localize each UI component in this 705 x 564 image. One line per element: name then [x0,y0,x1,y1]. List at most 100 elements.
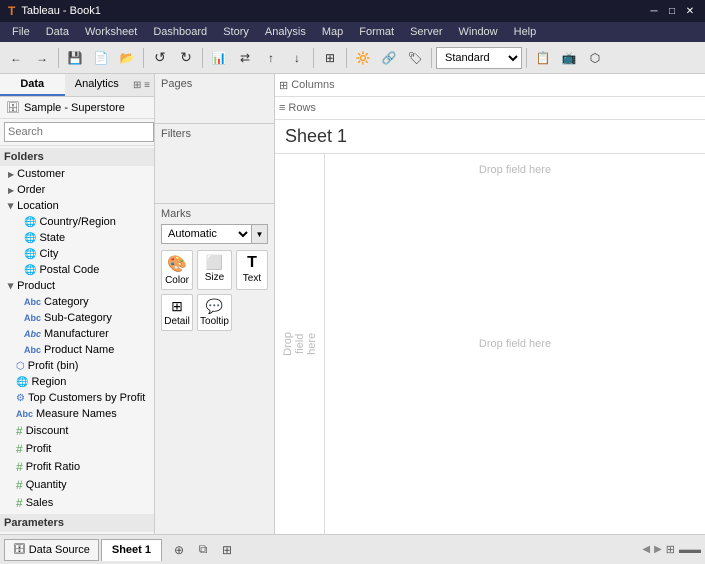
film-view-icon[interactable]: ▬▬ [679,544,701,556]
field-state-label: State [39,232,65,244]
redo-button[interactable]: ↻ [174,46,198,70]
field-product-name[interactable]: Abc Product Name [0,342,154,358]
rows-label-text: Rows [288,102,316,114]
tooltip-mark-button[interactable]: 💬 Tooltip [197,294,232,331]
back-button[interactable]: ← [4,46,28,70]
menu-help[interactable]: Help [506,22,545,42]
text-mark-button[interactable]: T Text [236,250,268,290]
field-profit-bin[interactable]: ⬡ Profit (bin) [0,358,154,374]
text-mark-label: Text [243,273,261,284]
left-drop-zone[interactable]: Dropfieldhere [275,154,325,534]
new-button[interactable]: 📄 [89,46,113,70]
field-profit-bin-size[interactable]: # Profit Bin Size [0,532,154,534]
field-discount[interactable]: # Discount [0,422,154,440]
menu-window[interactable]: Window [451,22,506,42]
center-drop-text: Drop field here [479,338,551,350]
marks-label: Marks [161,208,268,220]
folder-order[interactable]: ▶ Order [0,182,154,198]
save-button[interactable]: 💾 [63,46,87,70]
marks-type-select[interactable]: Automatic Bar Line Area Circle Shape Tex… [161,224,252,244]
show-me-button[interactable]: 📋 [531,46,555,70]
nav-right-icon[interactable]: ▶ [654,544,662,555]
geo-icon: 🌐 [24,217,36,228]
middle-panel: Pages Filters Marks Automatic Bar Line A… [155,74,275,534]
menu-story[interactable]: Story [215,22,257,42]
search-input[interactable] [4,122,154,142]
field-profit-ratio[interactable]: # Profit Ratio [0,458,154,476]
open-button[interactable]: 📂 [115,46,139,70]
folder-customer[interactable]: ▶ Customer [0,166,154,182]
field-sales[interactable]: # Sales [0,494,154,512]
menu-server[interactable]: Server [402,22,450,42]
view-select[interactable]: Standard Fit Width Entire View [436,47,522,69]
columns-shelf: ⊞ Columns [275,74,705,97]
add-sheet-button[interactable]: ⊕ [168,539,190,561]
tab-data[interactable]: Data [0,74,65,96]
present-button[interactable]: 📺 [557,46,581,70]
field-region[interactable]: 🌐 Region [0,374,154,390]
field-subcategory-label: Sub-Category [44,312,112,324]
menu-worksheet[interactable]: Worksheet [77,22,145,42]
panel-tab-icons[interactable]: ⊞ ≡ [129,74,154,96]
tab-sheet1[interactable]: Sheet 1 [101,539,162,561]
field-manufacturer[interactable]: Abc Manufacturer [0,326,154,342]
datasource-row[interactable]: 🗄 Sample - Superstore [0,97,154,119]
main-drop-zone[interactable]: Drop field here [325,154,705,534]
size-mark-button[interactable]: ⬜ Size [197,250,232,290]
toolbar-separator-6 [431,48,432,68]
text-mark-icon: T [247,254,257,272]
field-postal-code[interactable]: 🌐 Postal Code [0,262,154,278]
columns-shelf-content[interactable] [339,76,701,94]
field-profit[interactable]: # Profit [0,440,154,458]
grid-view-icon[interactable]: ⊞ [666,543,675,556]
field-state[interactable]: 🌐 State [0,230,154,246]
duplicate-sheet-button[interactable]: ⧉ [192,539,214,561]
swap-button[interactable]: ⇄ [233,46,257,70]
new-dashboard-button[interactable]: ⊞ [216,539,238,561]
field-subcategory[interactable]: Abc Sub-Category [0,310,154,326]
field-profit-bin-label: Profit (bin) [28,360,79,372]
color-mark-label: Color [165,275,189,286]
menu-data[interactable]: Data [38,22,77,42]
tooltip-mark-label: Tooltip [200,316,229,327]
abc-icon-manufacturer: Abc [24,329,41,339]
sort-desc-button[interactable]: ↓ [285,46,309,70]
color-mark-button[interactable]: 🎨 Color [161,250,193,290]
menu-dashboard[interactable]: Dashboard [145,22,215,42]
detail-mark-button[interactable]: ⊞ Detail [161,294,193,331]
datasource-label: Sample - Superstore [24,102,125,114]
chart-type-button[interactable]: 📊 [207,46,231,70]
geo-icon-city: 🌐 [24,249,36,260]
label-button[interactable]: 🏷 [403,46,427,70]
menu-file[interactable]: File [4,22,38,42]
menu-map[interactable]: Map [314,22,351,42]
forward-button[interactable]: → [30,46,54,70]
field-measure-names[interactable]: Abc Measure Names [0,406,154,422]
nav-left-icon[interactable]: ◀ [642,544,650,555]
maximize-button[interactable]: □ [665,4,679,18]
folder-product[interactable]: ▶ Product [0,278,154,294]
tab-datasource[interactable]: 🗄 Data Source [4,539,99,561]
menu-analysis[interactable]: Analysis [257,22,314,42]
fit-button[interactable]: ⊞ [318,46,342,70]
marks-dropdown-button[interactable]: ▼ [252,224,268,244]
share-button[interactable]: ⬡ [583,46,607,70]
group-button[interactable]: 🔗 [377,46,401,70]
minimize-button[interactable]: ─ [647,4,661,18]
field-category[interactable]: Abc Category [0,294,154,310]
field-city[interactable]: 🌐 City [0,246,154,262]
sort-asc-button[interactable]: ↑ [259,46,283,70]
field-quantity[interactable]: # Quantity [0,476,154,494]
undo-button[interactable]: ↺ [148,46,172,70]
highlight-button[interactable]: 🔆 [351,46,375,70]
tab-analytics[interactable]: Analytics [65,74,130,96]
menu-format[interactable]: Format [351,22,402,42]
field-top-customers-label: Top Customers by Profit [28,392,145,404]
field-manufacturer-label: Manufacturer [44,328,109,340]
close-button[interactable]: ✕ [683,4,697,18]
rows-label: ≡ Rows [279,102,339,114]
field-country-region[interactable]: 🌐 Country/Region [0,214,154,230]
field-top-customers[interactable]: ⚙ Top Customers by Profit [0,390,154,406]
rows-shelf-content[interactable] [339,99,701,117]
folder-location[interactable]: ▶ Location [0,198,154,214]
